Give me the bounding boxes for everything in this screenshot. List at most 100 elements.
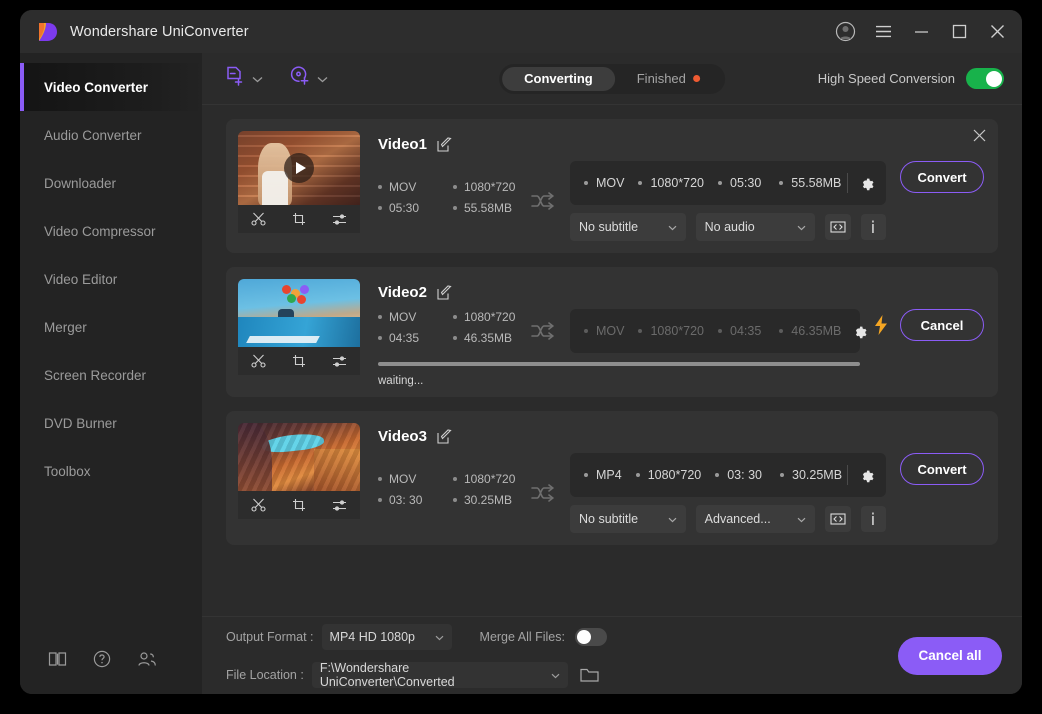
item-conversion-row: MOV 1080*720 05:30 55.58MB bbox=[378, 161, 886, 241]
high-speed-conversion-label: High Speed Conversion bbox=[818, 71, 955, 86]
effects-icon[interactable] bbox=[332, 355, 347, 368]
subtitle-select[interactable]: No subtitle bbox=[570, 505, 686, 533]
tab-finished[interactable]: Finished bbox=[615, 67, 722, 91]
thumbnail-image bbox=[238, 279, 360, 347]
thumbnail-tools bbox=[238, 205, 360, 233]
sidebar-item-toolbox[interactable]: Toolbox bbox=[20, 447, 202, 495]
subtitle-select[interactable]: No subtitle bbox=[570, 213, 686, 241]
source-format: MOV bbox=[378, 472, 453, 486]
sidebar-item-label: Video Compressor bbox=[44, 224, 156, 239]
output-settings-bar: MOV 1080*720 05:30 55.58MB bbox=[570, 161, 886, 205]
merge-all-files-toggle[interactable] bbox=[575, 628, 607, 646]
output-size: 55.58MB bbox=[779, 176, 841, 190]
sidebar-item-label: Screen Recorder bbox=[44, 368, 146, 383]
sidebar-item-label: Toolbox bbox=[44, 464, 91, 479]
convert-button[interactable]: Convert bbox=[900, 453, 984, 485]
file-location-select[interactable]: F:\Wondershare UniConverter\Converted bbox=[312, 662, 568, 688]
item-title-row: Video1 bbox=[378, 133, 886, 155]
chevron-down-icon bbox=[797, 512, 806, 526]
trim-icon[interactable] bbox=[251, 354, 266, 368]
tab-group: Converting Finished bbox=[499, 64, 725, 94]
thumbnail-image bbox=[238, 423, 360, 491]
output-format-select[interactable]: MP4 HD 1080p bbox=[322, 624, 452, 650]
sidebar-item-video-converter[interactable]: Video Converter bbox=[20, 63, 202, 111]
video-thumbnail[interactable] bbox=[238, 423, 360, 533]
output-format-row: Output Format : MP4 HD 1080p Merge All F… bbox=[226, 624, 607, 650]
minimize-icon[interactable] bbox=[910, 21, 932, 43]
item-title: Video3 bbox=[378, 428, 427, 445]
sidebar-item-label: Merger bbox=[44, 320, 87, 335]
main-panel: Converting Finished High Speed Conversio… bbox=[202, 53, 1022, 694]
edit-name-icon[interactable] bbox=[437, 137, 452, 152]
subtitle-value: No subtitle bbox=[579, 512, 660, 526]
item-conversion-row: MOV 1080*720 04:35 46.35MB bbox=[378, 309, 860, 353]
sidebar-item-screen-recorder[interactable]: Screen Recorder bbox=[20, 351, 202, 399]
output-column: MP4 1080*720 03: 30 30.25MB bbox=[570, 453, 886, 533]
sidebar: Video Converter Audio Converter Download… bbox=[20, 53, 202, 694]
sidebar-item-video-compressor[interactable]: Video Compressor bbox=[20, 207, 202, 255]
video-thumbnail[interactable] bbox=[238, 131, 360, 241]
info-icon[interactable] bbox=[861, 214, 886, 240]
sidebar-item-merger[interactable]: Merger bbox=[20, 303, 202, 351]
source-format: MOV bbox=[378, 180, 453, 194]
trim-icon[interactable] bbox=[251, 498, 266, 512]
settings-gear-icon[interactable] bbox=[858, 175, 874, 191]
close-icon[interactable] bbox=[986, 21, 1008, 43]
audio-select[interactable]: Advanced... bbox=[696, 505, 816, 533]
output-duration: 05:30 bbox=[718, 176, 761, 190]
item-title-row: Video2 bbox=[378, 281, 860, 303]
cancel-button[interactable]: Cancel bbox=[900, 309, 984, 341]
add-disc-button[interactable] bbox=[289, 65, 328, 92]
item-title: Video2 bbox=[378, 284, 427, 301]
crop-icon[interactable] bbox=[292, 498, 306, 512]
source-resolution: 1080*720 bbox=[453, 472, 528, 486]
item-conversion-row: MOV 1080*720 03: 30 30.25MB bbox=[378, 453, 886, 533]
toolbar: Converting Finished High Speed Conversio… bbox=[202, 53, 1022, 105]
sidebar-item-dvd-burner[interactable]: DVD Burner bbox=[20, 399, 202, 447]
audio-select[interactable]: No audio bbox=[696, 213, 816, 241]
output-format: MOV bbox=[584, 176, 624, 190]
output-settings: Output Format : MP4 HD 1080p Merge All F… bbox=[226, 624, 607, 688]
output-duration: 04:35 bbox=[718, 324, 761, 338]
info-icon[interactable] bbox=[861, 506, 886, 532]
crop-icon[interactable] bbox=[292, 212, 306, 226]
convert-arrows-icon bbox=[530, 483, 556, 503]
folder-icon[interactable] bbox=[580, 667, 599, 683]
hamburger-menu-icon[interactable] bbox=[872, 21, 894, 43]
add-file-button[interactable] bbox=[224, 65, 263, 92]
add-disc-icon bbox=[289, 65, 311, 92]
subtitle-value: No subtitle bbox=[579, 220, 660, 234]
tab-label: Converting bbox=[524, 71, 593, 86]
video-thumbnail[interactable] bbox=[238, 279, 360, 387]
tab-converting[interactable]: Converting bbox=[502, 67, 615, 91]
edit-name-icon[interactable] bbox=[437, 429, 452, 444]
output-resolution: 1080*720 bbox=[636, 468, 702, 482]
effects-icon[interactable] bbox=[332, 213, 347, 226]
effects-icon[interactable] bbox=[332, 499, 347, 512]
crop-icon[interactable] bbox=[292, 354, 306, 368]
remove-item-icon[interactable] bbox=[973, 129, 986, 142]
edit-name-icon[interactable] bbox=[437, 285, 452, 300]
play-icon[interactable] bbox=[284, 153, 314, 183]
maximize-icon[interactable] bbox=[948, 21, 970, 43]
settings-gear-icon[interactable] bbox=[858, 467, 874, 483]
account-icon[interactable] bbox=[834, 21, 856, 43]
sidebar-item-label: DVD Burner bbox=[44, 416, 117, 431]
guide-book-icon[interactable] bbox=[48, 651, 67, 667]
convert-button[interactable]: Convert bbox=[900, 161, 984, 193]
sidebar-item-downloader[interactable]: Downloader bbox=[20, 159, 202, 207]
trim-icon[interactable] bbox=[251, 212, 266, 226]
subtitle-toggle-icon[interactable] bbox=[825, 214, 850, 240]
community-icon[interactable] bbox=[137, 651, 157, 667]
app-logo-icon bbox=[36, 21, 58, 43]
sidebar-item-label: Audio Converter bbox=[44, 128, 142, 143]
sidebar-item-video-editor[interactable]: Video Editor bbox=[20, 255, 202, 303]
output-format-label: Output Format : bbox=[226, 630, 314, 644]
audio-value: Advanced... bbox=[705, 512, 790, 526]
high-speed-conversion-toggle[interactable] bbox=[966, 68, 1004, 89]
cancel-all-button[interactable]: Cancel all bbox=[898, 637, 1002, 675]
audio-value: No audio bbox=[705, 220, 790, 234]
subtitle-toggle-icon[interactable] bbox=[825, 506, 850, 532]
sidebar-item-audio-converter[interactable]: Audio Converter bbox=[20, 111, 202, 159]
help-icon[interactable] bbox=[93, 650, 111, 668]
